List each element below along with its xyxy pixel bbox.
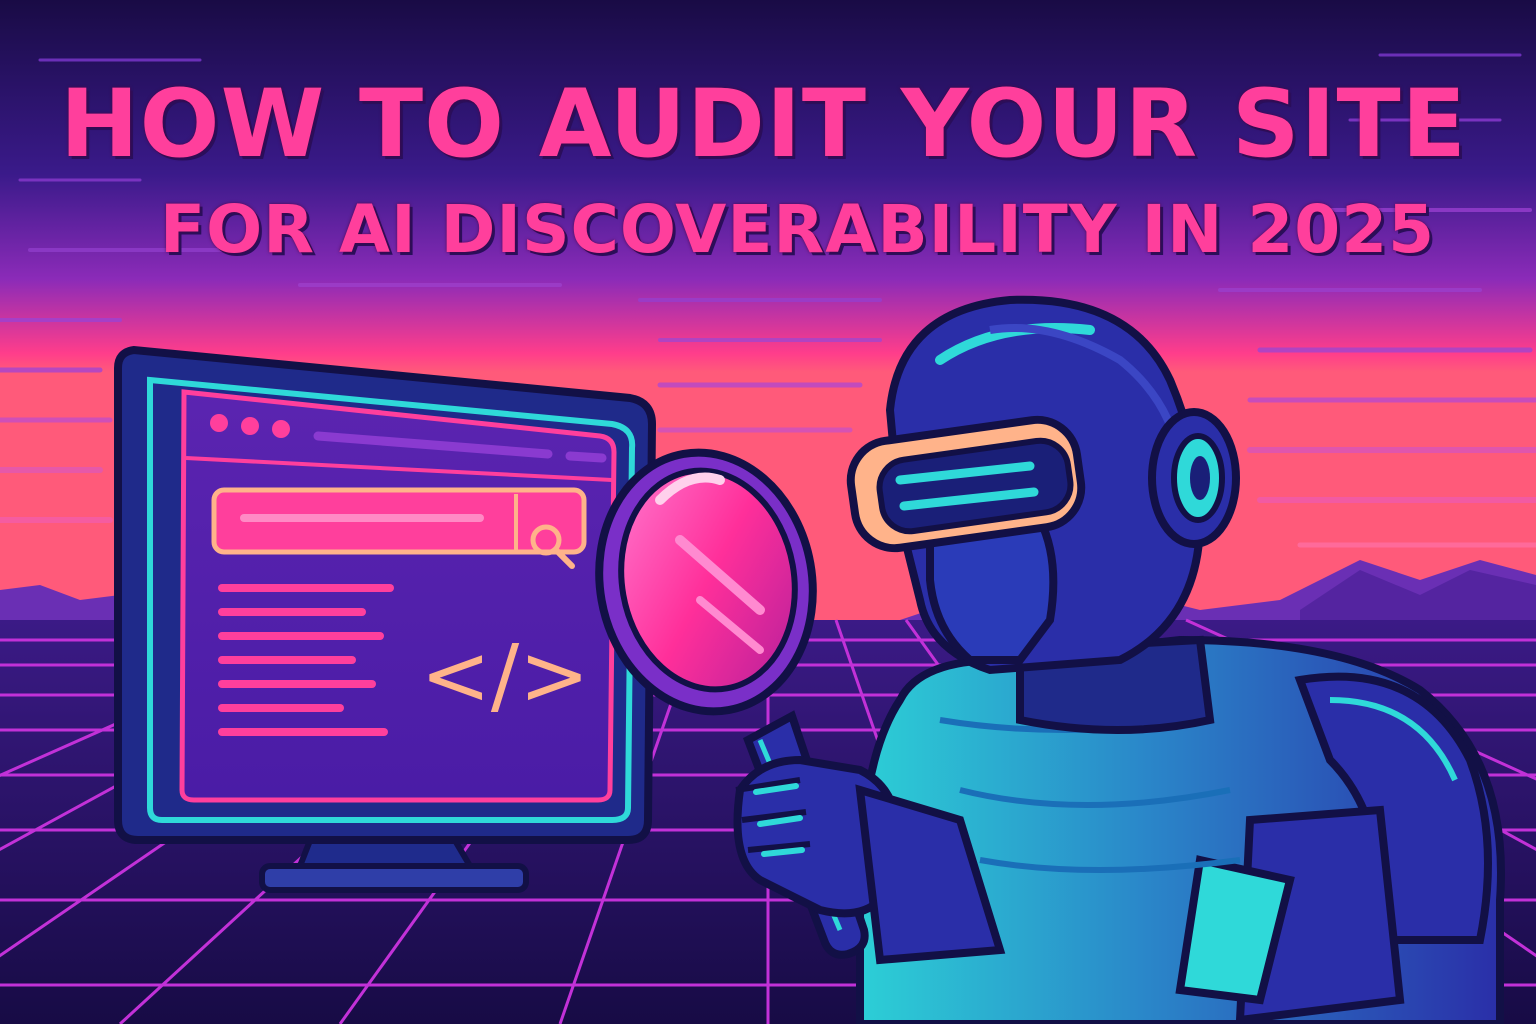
- headline-line-2: FOR AI DISCOVERABILITY IN 2025: [160, 191, 1436, 268]
- monitor-base: [259, 863, 529, 893]
- window-dot-3: [272, 420, 290, 438]
- window-dot-2: [241, 417, 259, 435]
- headline-line-1: HOW TO AUDIT YOUR SITE: [60, 70, 1467, 179]
- poster: </> HOW TO AUDIT YOUR SITE FOR AI DISCOV…: [0, 0, 1536, 1024]
- window-dot-1: [210, 414, 228, 432]
- monitor-icon: </>: [114, 345, 657, 893]
- code-icon: </>: [420, 626, 589, 724]
